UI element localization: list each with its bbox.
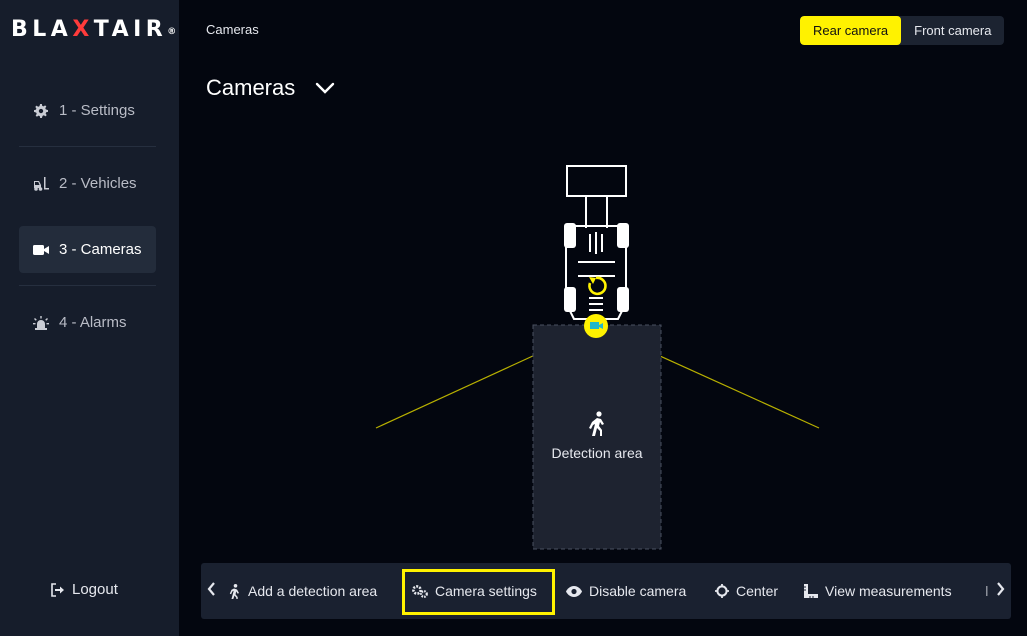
crosshair-icon [715, 584, 729, 598]
ruler-icon [804, 584, 818, 598]
camera-toggle: Rear camera Front camera [800, 16, 1005, 45]
toolbar-overflow-item[interactable] [985, 580, 989, 602]
view-measurements-button[interactable]: View measurements [804, 578, 952, 604]
page-title: Cameras [206, 75, 296, 100]
chevron-left-icon [207, 581, 216, 601]
camera-scene [375, 165, 820, 550]
sidebar-item-settings[interactable]: 1 - Settings [19, 87, 156, 134]
rear-camera-button[interactable]: Rear camera [800, 16, 902, 45]
disable-camera-button[interactable]: Disable camera [566, 578, 686, 604]
page-title-dropdown[interactable]: Cameras [206, 75, 335, 101]
highlight-box [402, 569, 555, 615]
breadcrumb: Cameras [206, 22, 259, 37]
video-camera-icon [33, 242, 49, 258]
eye-icon [566, 585, 582, 597]
camera-marker[interactable] [584, 314, 608, 338]
sidebar: BLAXTAIR® 1 - Settings 2 - Vehicles 3 - … [0, 0, 179, 636]
center-button[interactable]: Center [715, 578, 778, 604]
logout-button[interactable]: Logout [50, 581, 118, 598]
toolbar-scroll-right-button[interactable] [992, 580, 1008, 602]
brand-logo: BLAXTAIR® [11, 17, 177, 42]
logout-label: Logout [72, 581, 118, 598]
forklift-icon [33, 176, 49, 192]
sidebar-item-label: 4 - Alarms [59, 314, 127, 331]
toolbar-scroll-left-button[interactable] [203, 580, 219, 602]
sidebar-item-label: 3 - Cameras [59, 241, 142, 258]
detection-area-label: Detection area [551, 445, 643, 461]
chevron-down-icon [315, 82, 335, 94]
chevron-right-icon [996, 581, 1005, 601]
sidebar-item-label: 1 - Settings [59, 102, 135, 119]
alarm-siren-icon [33, 315, 49, 331]
rotate-icon[interactable] [588, 276, 607, 296]
detection-area[interactable] [532, 324, 662, 550]
logout-icon [50, 582, 64, 597]
sidebar-item-cameras[interactable]: 3 - Cameras [19, 226, 156, 273]
sidebar-item-label: 2 - Vehicles [59, 175, 137, 192]
sidebar-item-vehicles[interactable]: 2 - Vehicles [19, 160, 156, 207]
toolbar-item-label: Add a detection area [248, 583, 378, 599]
gear-icon [33, 103, 49, 119]
toolbar-item-label: Disable camera [589, 583, 687, 599]
divider [19, 146, 156, 147]
front-camera-button[interactable]: Front camera [901, 16, 1004, 45]
walking-person-icon [228, 583, 241, 599]
sidebar-item-alarms[interactable]: 4 - Alarms [19, 299, 156, 346]
toolbar-item-label: Center [736, 583, 779, 599]
toolbar-item-label: View measurements [825, 583, 952, 599]
divider [19, 285, 156, 286]
add-detection-area-button[interactable]: Add a detection area [228, 578, 377, 604]
